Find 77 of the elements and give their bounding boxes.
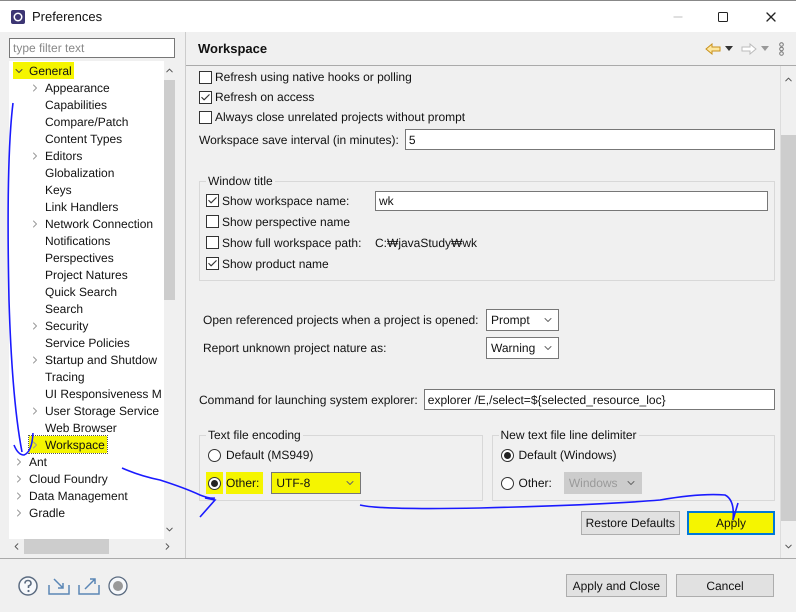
menu-icon[interactable] — [779, 42, 784, 56]
tree-item[interactable]: Workspace — [29, 436, 107, 453]
tree-item[interactable]: Keys — [29, 181, 74, 198]
group-title: Text file encoding — [207, 427, 302, 444]
record-icon[interactable] — [108, 576, 128, 596]
tree-item[interactable]: Tracing — [29, 368, 87, 385]
tree-item[interactable]: Security — [29, 317, 90, 334]
field-label: Report unknown project nature as: — [203, 340, 388, 357]
tree-item[interactable]: Project Natures — [29, 266, 130, 283]
tree-item[interactable]: Gradle — [13, 504, 68, 521]
tree-item[interactable]: General — [13, 62, 74, 79]
window-title: Preferences — [32, 8, 102, 26]
dropdown-arrow-icon[interactable] — [725, 46, 733, 51]
checkbox-label: Show product name — [222, 256, 330, 272]
radio-button[interactable] — [208, 448, 221, 462]
tree-item[interactable]: Search — [29, 300, 86, 317]
checkbox-label: Show full workspace path: — [222, 234, 362, 252]
input-field[interactable]: wk — [375, 190, 768, 210]
button[interactable]: Cancel — [676, 574, 774, 597]
checkbox[interactable] — [206, 215, 219, 228]
tree-item[interactable]: Compare/Patch — [29, 113, 130, 130]
page-title: Workspace — [198, 40, 268, 58]
help-icon[interactable] — [18, 576, 38, 596]
checkbox-label: Show perspective name — [222, 214, 352, 230]
field-label: Open referenced projects when a project is opened: — [203, 312, 480, 329]
checkbox[interactable] — [199, 90, 212, 104]
radio-label: Other: — [518, 475, 553, 492]
tree-item[interactable]: Quick Search — [29, 283, 120, 300]
tree-item[interactable]: Editors — [29, 147, 84, 164]
checkbox-label: Refresh using native hooks or polling — [215, 69, 412, 86]
tree-item[interactable]: Network Connection — [29, 215, 156, 232]
app-icon — [10, 8, 26, 24]
tree-item[interactable]: Appearance — [29, 79, 112, 96]
group-title: New text file line delimiter — [500, 427, 638, 444]
field-label: Workspace save interval (in minutes): — [199, 132, 399, 148]
tree-item[interactable]: Web Browser — [29, 419, 119, 436]
input-field[interactable]: 5 — [404, 129, 775, 150]
button[interactable]: Restore Defaults — [580, 511, 680, 535]
scrollbar[interactable] — [780, 66, 796, 558]
tree-item[interactable]: Content Types — [29, 130, 124, 147]
tree-item[interactable]: Ant — [13, 453, 50, 470]
checkbox[interactable] — [206, 257, 219, 270]
tree-item[interactable]: Data Management — [13, 487, 130, 504]
checkbox[interactable] — [206, 194, 219, 207]
tree-item[interactable]: Perspectives — [29, 249, 116, 266]
button[interactable]: Apply and Close — [566, 574, 667, 597]
checkbox-label: Always close unrelated projects without prompt — [215, 109, 466, 126]
group-title: Window title — [207, 173, 274, 190]
checkbox-label: Refresh on access — [215, 89, 314, 106]
radio-label: Default (Windows) — [518, 447, 618, 464]
button[interactable]: Apply — [687, 511, 775, 535]
export-icon[interactable] — [78, 576, 100, 594]
checkbox[interactable] — [206, 236, 219, 249]
checkbox-label: Show workspace name: — [222, 192, 350, 210]
field-label: Command for launching system explorer: — [199, 392, 418, 408]
dropdown[interactable]: Warning — [486, 337, 559, 359]
tree-item[interactable]: Notifications — [29, 232, 112, 249]
tree-item[interactable]: UI Responsiveness M — [29, 385, 164, 402]
maximize-icon[interactable] — [717, 10, 729, 22]
filter-field[interactable]: type filter text — [9, 38, 175, 58]
checkbox[interactable] — [199, 110, 212, 124]
tree-item[interactable]: User Storage Service — [29, 402, 162, 419]
path-text: C:₩javaStudy₩wk — [375, 234, 478, 252]
tree-item[interactable]: Globalization — [29, 164, 116, 181]
radio-label: Other: — [226, 472, 264, 494]
tree-item[interactable]: Capabilities — [29, 96, 110, 113]
dropdown[interactable]: UTF-8 — [271, 472, 362, 494]
input-field[interactable]: explorer /E,/select=${selected_resource_loc} — [424, 389, 775, 410]
tree-item[interactable]: Service Policies — [29, 334, 132, 351]
tree-item[interactable]: Cloud Foundry — [13, 470, 110, 487]
dropdown[interactable]: Prompt — [486, 309, 559, 331]
radio-button[interactable] — [208, 476, 221, 490]
import-icon[interactable] — [48, 576, 70, 594]
tree-item[interactable]: Link Handlers — [29, 198, 120, 215]
tree-item[interactable]: Startup and Shutdow — [29, 351, 160, 368]
radio-label: Default (MS949) — [226, 447, 314, 464]
checkbox[interactable] — [199, 70, 212, 84]
